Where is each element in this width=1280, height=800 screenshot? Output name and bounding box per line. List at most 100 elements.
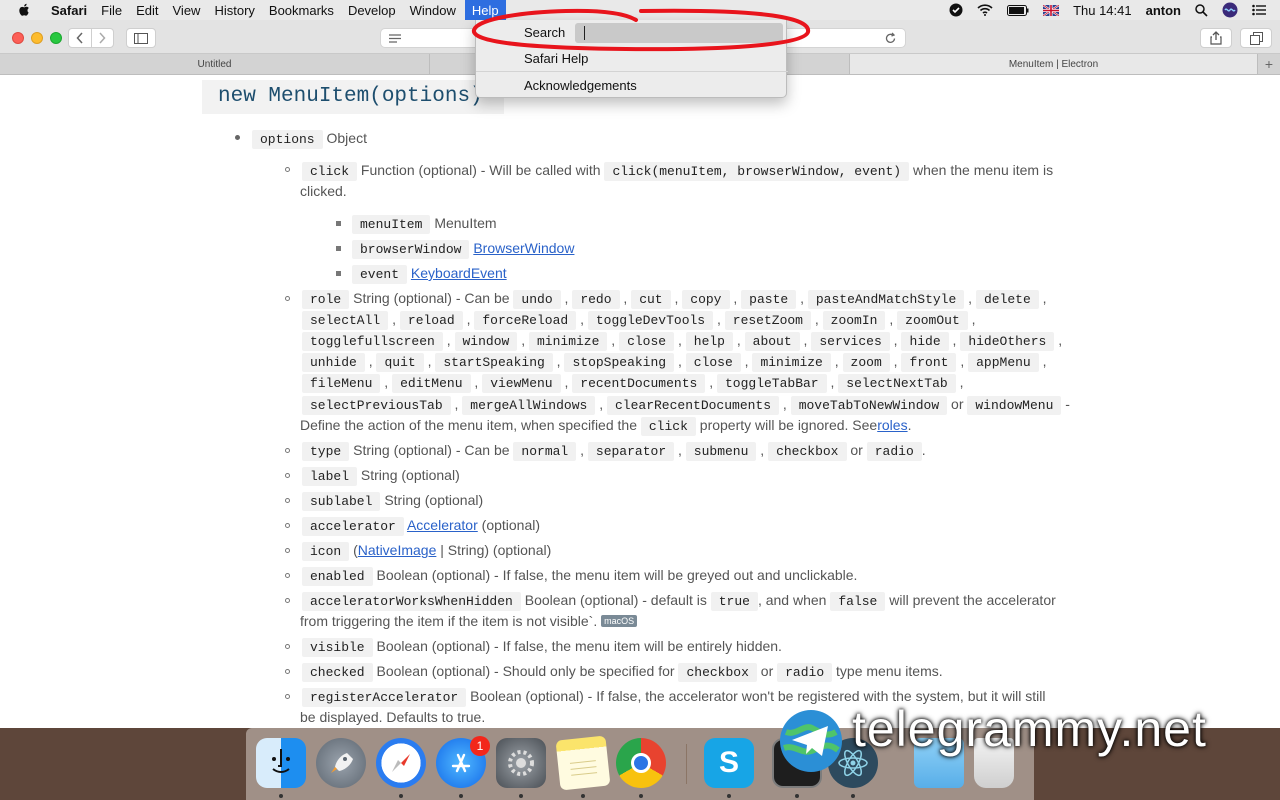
code-value: selectPreviousTab <box>302 396 451 415</box>
accelerator-link[interactable]: Accelerator <box>407 517 478 533</box>
comma: , <box>756 442 769 458</box>
code-value: toggleTabBar <box>716 374 827 393</box>
finder-dock-icon[interactable] <box>256 738 306 788</box>
accelerator-works-when-hidden-item: acceleratorWorksWhenHidden Boolean (opti… <box>302 591 1056 611</box>
menu-file[interactable]: File <box>94 0 129 20</box>
siri-icon[interactable] <box>1222 2 1238 18</box>
zoom-window-button[interactable] <box>50 32 62 44</box>
code-value: close <box>685 353 741 372</box>
chrome-dock-icon[interactable] <box>616 738 666 788</box>
code-value: close <box>619 332 675 351</box>
reader-icon[interactable] <box>389 34 401 43</box>
code-value: quit <box>376 353 424 372</box>
menu-app-safari[interactable]: Safari <box>44 0 94 20</box>
browserwindow-link[interactable]: BrowserWindow <box>473 240 574 256</box>
back-button[interactable] <box>69 29 92 47</box>
shield-icon[interactable] <box>949 3 963 17</box>
comma: , <box>364 353 377 369</box>
bullet <box>336 221 341 226</box>
comma: , <box>1054 332 1063 348</box>
bullet <box>285 598 290 603</box>
spotlight-search-icon[interactable] <box>1195 3 1208 17</box>
apple-menu-icon[interactable] <box>14 3 34 17</box>
options-item: options Object <box>252 129 367 149</box>
running-indicator <box>639 794 643 798</box>
accelerator-item: accelerator Accelerator (optional) <box>302 516 540 536</box>
code-value: forceReload <box>474 311 577 330</box>
code-value: recentDocuments <box>572 374 706 393</box>
bullet <box>285 498 290 503</box>
notes-dock-icon[interactable] <box>555 735 611 791</box>
running-indicator <box>581 794 585 798</box>
telegram-globe-icon <box>780 710 842 772</box>
click-item: click Function (optional) - Will be call… <box>302 161 1053 181</box>
show-tabs-button[interactable] <box>1240 28 1272 48</box>
skype-dock-icon[interactable]: S <box>704 738 754 788</box>
app-store-badge: 1 <box>470 736 490 756</box>
tab-untitled[interactable]: Untitled <box>0 54 430 74</box>
comma: , <box>729 290 742 306</box>
bullet <box>285 644 290 649</box>
role-values-row: undo , redo , cut , copy , paste , paste… <box>513 290 1047 309</box>
minimize-window-button[interactable] <box>31 32 43 44</box>
bullet <box>285 473 290 478</box>
menu-bookmarks[interactable]: Bookmarks <box>262 0 341 20</box>
comma: , <box>779 396 791 412</box>
code-value: clearRecentDocuments <box>607 396 780 415</box>
comma: , <box>595 396 607 412</box>
visible-item: visible Boolean (optional) - If false, t… <box>302 637 782 657</box>
register-accelerator-continued: be displayed. Defaults to true. <box>300 709 486 725</box>
code-value: resetZoom <box>724 311 811 330</box>
menu-history[interactable]: History <box>207 0 261 20</box>
running-indicator <box>519 794 523 798</box>
forward-button[interactable] <box>92 29 114 47</box>
tab-menuitem-electron[interactable]: MenuItem | Electron <box>850 54 1258 74</box>
code-value: redo <box>572 290 620 309</box>
code-value: separator <box>587 442 675 461</box>
menu-item-acknowledgements[interactable]: Acknowledgements <box>524 76 637 94</box>
launchpad-dock-icon[interactable] <box>316 738 366 788</box>
code-value: cut <box>631 290 671 309</box>
wifi-icon[interactable] <box>977 4 993 16</box>
menu-develop[interactable]: Develop <box>341 0 403 20</box>
comma: , <box>955 374 964 390</box>
clock[interactable]: Thu 14:41 <box>1073 3 1132 18</box>
user-name[interactable]: anton <box>1146 3 1181 18</box>
menu-view[interactable]: View <box>166 0 208 20</box>
role-values-row: selectAll , reload , forceReload , toggl… <box>302 310 976 330</box>
comma: , <box>713 311 725 327</box>
comma: , <box>450 396 463 412</box>
role-values-row: unhide , quit , startSpeaking , stopSpea… <box>302 352 1047 372</box>
system-preferences-dock-icon[interactable] <box>496 738 546 788</box>
comma: , <box>423 353 436 369</box>
uk-flag-icon[interactable] <box>1043 4 1060 16</box>
comma: , <box>948 332 961 348</box>
comma: , <box>576 442 588 458</box>
notification-center-icon[interactable] <box>1252 4 1266 16</box>
reload-icon[interactable] <box>884 32 897 45</box>
roles-link[interactable]: roles <box>877 417 907 433</box>
code-value: minimize <box>528 332 608 351</box>
nativeimage-link[interactable]: NativeImage <box>358 542 437 558</box>
keyboardevent-link[interactable]: KeyboardEvent <box>411 265 507 281</box>
menu-edit[interactable]: Edit <box>129 0 165 20</box>
sidebar-toggle-button[interactable] <box>126 28 156 48</box>
label-item: label String (optional) <box>302 466 460 486</box>
comma: , <box>470 374 483 390</box>
new-tab-button[interactable]: + <box>1258 54 1280 74</box>
code-value: stopSpeaking <box>564 353 675 372</box>
comma: , <box>1038 353 1047 369</box>
code-value: delete <box>975 290 1039 309</box>
role-values-row: fileMenu , editMenu , viewMenu , recentD… <box>302 373 963 393</box>
comma: , <box>674 332 686 348</box>
type-item: type String (optional) - Can be normal ,… <box>302 441 926 461</box>
role-item: role String (optional) - Can be undo , r… <box>302 289 1047 309</box>
menu-window[interactable]: Window <box>403 0 463 20</box>
share-button[interactable] <box>1200 28 1232 48</box>
running-indicator <box>851 794 855 798</box>
comma: , <box>705 374 717 390</box>
battery-icon[interactable] <box>1007 4 1029 16</box>
close-window-button[interactable] <box>12 32 24 44</box>
safari-dock-icon[interactable] <box>376 738 426 788</box>
running-indicator <box>795 794 799 798</box>
